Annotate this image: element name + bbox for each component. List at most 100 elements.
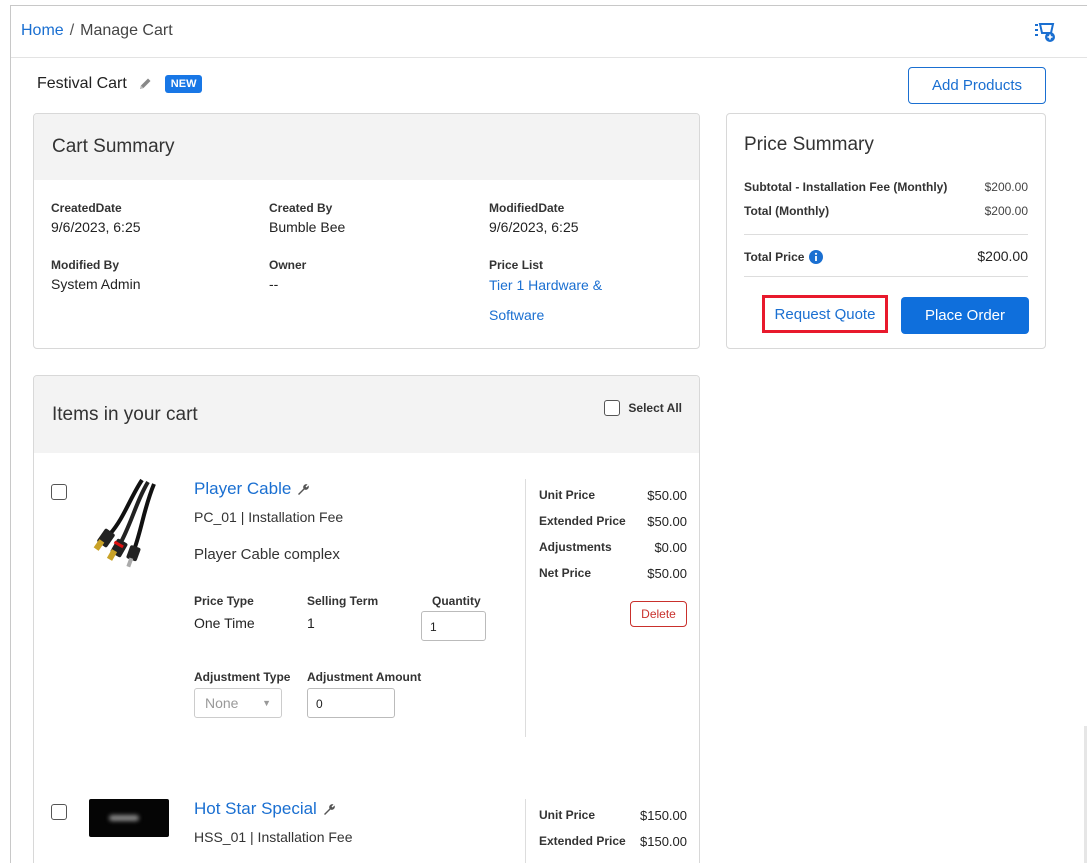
modified-by-value: System Admin: [51, 276, 141, 292]
item-code: HSS_01 | Installation Fee: [194, 829, 353, 845]
unit-price-value: $150.00: [640, 808, 687, 823]
items-header: Items in your cart: [34, 376, 699, 453]
request-quote-button[interactable]: Request Quote: [762, 295, 888, 333]
extended-price-value: $150.00: [640, 834, 687, 849]
item-name[interactable]: Hot Star Special: [194, 799, 317, 819]
unit-price-value: $50.00: [647, 488, 687, 503]
owner-field: Owner --: [269, 258, 306, 292]
divider: [744, 234, 1028, 235]
total-price-row: Total Price $200.00: [744, 248, 1028, 264]
item-code: PC_01 | Installation Fee: [194, 509, 344, 525]
adjustment-type-value: None: [205, 695, 239, 711]
selling-term-value: 1: [307, 615, 315, 631]
item-checkbox[interactable]: [51, 804, 67, 820]
item-name-link[interactable]: Hot Star Special: [194, 799, 336, 819]
chevron-down-icon: ▼: [262, 698, 271, 708]
breadcrumb: Home / Manage Cart: [21, 22, 173, 40]
divider: [744, 276, 1028, 277]
net-price-row: Net Price $50.00: [539, 566, 687, 581]
cart-list-icon[interactable]: [1033, 20, 1057, 44]
net-price-value: $50.00: [647, 566, 687, 581]
modified-by-field: Modified By System Admin: [51, 258, 140, 292]
player-cable-image: [93, 478, 156, 568]
select-all-control[interactable]: Select All: [604, 400, 682, 416]
total-monthly-value: $200.00: [984, 204, 1028, 218]
modified-date-value: 9/6/2023, 6:25: [489, 219, 579, 235]
items-title: Items in your cart: [52, 403, 198, 425]
adjustments-label: Adjustments: [539, 540, 612, 554]
price-summary-panel: Price Summary Subtotal - Installation Fe…: [726, 113, 1046, 349]
item-name[interactable]: Player Cable: [194, 479, 291, 499]
cart-items-panel: Items in your cart Select All Player Cab…: [33, 375, 700, 863]
total-monthly-row: Total (Monthly) $200.00: [744, 204, 1028, 218]
edit-pencil-icon[interactable]: [137, 76, 153, 92]
price-list-link-line1[interactable]: Tier 1 Hardware &: [489, 270, 602, 300]
modified-by-label: Modified By: [51, 258, 119, 272]
adjustment-type-select[interactable]: None ▼: [194, 688, 282, 718]
created-by-value: Bumble Bee: [269, 219, 346, 235]
extended-price-label: Extended Price: [539, 514, 626, 528]
wrench-icon[interactable]: [296, 482, 310, 496]
price-list-field: Price List Tier 1 Hardware & Software: [489, 258, 602, 330]
breadcrumb-home-link[interactable]: Home: [21, 22, 64, 39]
adjustments-value: $0.00: [654, 540, 687, 555]
item-divider: [525, 479, 526, 737]
unit-price-label: Unit Price: [539, 808, 596, 822]
wrench-icon[interactable]: [322, 802, 336, 816]
item-name-link[interactable]: Player Cable: [194, 479, 310, 499]
cart-name: Festival Cart: [37, 75, 127, 92]
subtotal-row: Subtotal - Installation Fee (Monthly) $2…: [744, 180, 1028, 194]
cart-summary-panel: Cart Summary CreatedDate 9/6/2023, 6:25 …: [33, 113, 700, 349]
extended-price-row: Extended Price $150.00: [539, 834, 687, 849]
unit-price-row: Unit Price $150.00: [539, 808, 687, 823]
selling-term-label: Selling Term: [307, 594, 379, 608]
adjustments-row: Adjustments $0.00: [539, 540, 687, 555]
created-by-label: Created By: [269, 201, 333, 215]
delete-button[interactable]: Delete: [630, 601, 687, 627]
total-price-label: Total Price: [744, 250, 805, 264]
created-date-field: CreatedDate 9/6/2023, 6:25: [51, 201, 141, 235]
place-order-button[interactable]: Place Order: [901, 297, 1029, 334]
net-price-label: Net Price: [539, 566, 592, 580]
quantity-input[interactable]: 1: [421, 611, 486, 641]
total-monthly-label: Total (Monthly): [744, 204, 830, 218]
cart-summary-title: Cart Summary: [34, 114, 699, 180]
app-frame: Home / Manage Cart Festival Cart NEW Add P…: [10, 5, 1087, 863]
total-price-value: $200.00: [977, 248, 1028, 264]
subtotal-value: $200.00: [984, 180, 1028, 194]
created-by-field: Created By Bumble Bee: [269, 201, 345, 235]
unit-price-row: Unit Price $50.00: [539, 488, 687, 503]
adjustment-amount-input[interactable]: 0: [307, 688, 395, 718]
owner-label: Owner: [269, 258, 307, 272]
subtotal-label: Subtotal - Installation Fee (Monthly): [744, 180, 948, 194]
info-icon[interactable]: [809, 250, 824, 264]
quantity-label: Quantity: [432, 594, 481, 608]
price-type-label: Price Type: [194, 594, 254, 608]
modified-date-field: ModifiedDate 9/6/2023, 6:25: [489, 201, 579, 235]
item-divider: [525, 799, 526, 863]
select-all-label: Select All: [628, 401, 682, 415]
owner-value: --: [269, 276, 279, 292]
status-badge: NEW: [164, 75, 203, 93]
created-date-label: CreatedDate: [51, 201, 122, 215]
price-type-value: One Time: [194, 615, 255, 631]
extended-price-row: Extended Price $50.00: [539, 514, 687, 529]
price-list-link-line2[interactable]: Software: [489, 300, 602, 330]
modified-date-label: ModifiedDate: [489, 201, 565, 215]
item-description: Player Cable complex: [194, 546, 340, 563]
extended-price-label: Extended Price: [539, 834, 626, 848]
breadcrumb-separator: /: [69, 22, 75, 39]
select-all-checkbox[interactable]: [604, 400, 621, 416]
item-checkbox[interactable]: [51, 484, 67, 500]
hot-star-special-image: [89, 799, 169, 837]
adjustment-amount-label: Adjustment Amount: [307, 670, 422, 684]
top-bar: Home / Manage Cart: [11, 6, 1087, 58]
adjustment-type-label: Adjustment Type: [194, 670, 291, 684]
created-date-value: 9/6/2023, 6:25: [51, 219, 141, 235]
price-summary-title: Price Summary: [744, 134, 874, 155]
add-products-button[interactable]: Add Products: [908, 67, 1046, 104]
unit-price-label: Unit Price: [539, 488, 596, 502]
breadcrumb-current: Manage Cart: [80, 22, 173, 39]
cart-title-row: Festival Cart NEW: [37, 75, 203, 93]
extended-price-value: $50.00: [647, 514, 687, 529]
